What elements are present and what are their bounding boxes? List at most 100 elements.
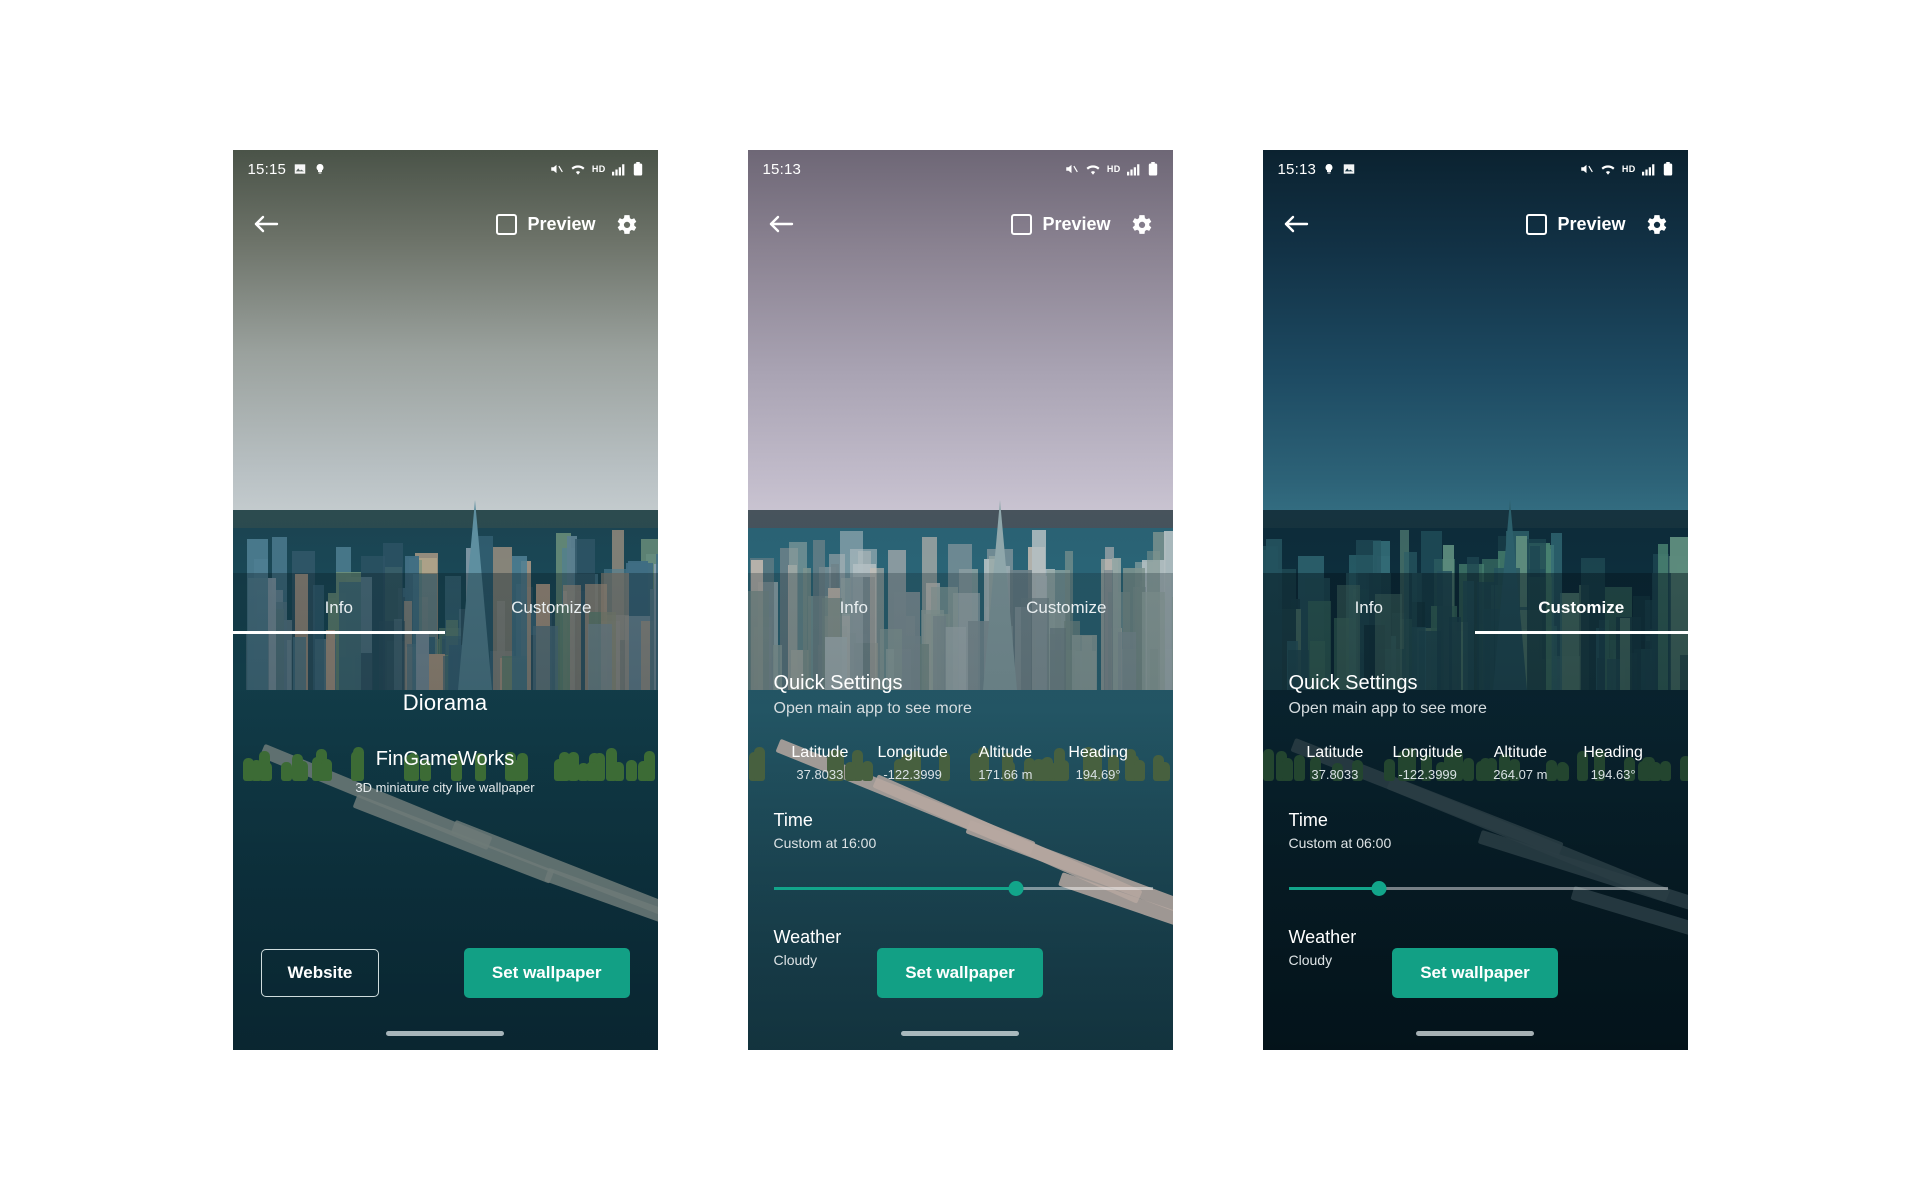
metric-label: Longitude (1392, 744, 1463, 761)
time-slider[interactable] (773, 877, 1153, 899)
tab-info-label: Info (839, 598, 868, 617)
metric-label: Altitude (1493, 744, 1548, 761)
quick-settings-title: Quick Settings (773, 672, 903, 694)
metric-label: Longitude (877, 744, 948, 761)
weather-label: Weather (1288, 927, 1357, 947)
back-button[interactable] (764, 207, 798, 241)
quick-settings-subtitle: Open main app to see more (773, 700, 972, 717)
metrics-row: Latitude 37.8033 Longitude -122.3999 Alt… (1289, 744, 1668, 782)
hd-icon: HD (1621, 164, 1636, 174)
tab-bar: Info Customize (748, 582, 1173, 634)
time-label: Time (773, 810, 813, 830)
preview-toggle[interactable]: Preview (1011, 213, 1111, 235)
tab-customize[interactable]: Customize (445, 582, 658, 634)
lightbulb-icon (1323, 162, 1335, 176)
time-label: Time (1288, 810, 1328, 830)
tab-info[interactable]: Info (1263, 582, 1476, 634)
signal-icon (1126, 163, 1142, 176)
gear-icon[interactable] (1127, 209, 1157, 239)
battery-icon (1663, 162, 1673, 176)
tab-info[interactable]: Info (748, 582, 961, 634)
time-slider[interactable] (1288, 877, 1668, 899)
mute-icon (549, 162, 564, 176)
wallpaper-description: 3D miniature city live wallpaper (355, 780, 535, 795)
tab-customize[interactable]: Customize (1475, 582, 1688, 634)
slider-thumb[interactable] (1371, 881, 1387, 896)
metric-value: -122.3999 (883, 767, 942, 782)
tab-info-label: Info (324, 598, 353, 617)
signal-icon (1641, 163, 1657, 176)
tab-active-indicator (1475, 631, 1688, 634)
action-bar: Set wallpaper (1263, 948, 1688, 998)
navigation-pill[interactable] (386, 1031, 504, 1036)
image-icon (1342, 162, 1356, 176)
status-bar: 15:15 HD (233, 150, 658, 188)
signal-icon (611, 163, 627, 176)
slider-fill (773, 887, 1017, 890)
navigation-pill[interactable] (901, 1031, 1019, 1036)
preview-checkbox[interactable] (1011, 213, 1033, 235)
app-bar: Preview (233, 198, 658, 250)
metric-heading: Heading 194.63° (1567, 744, 1660, 782)
metric-value: 194.69° (1075, 767, 1121, 782)
preview-toggle[interactable]: Preview (1526, 213, 1626, 235)
quick-settings-title: Quick Settings (1288, 672, 1418, 694)
preview-label: Preview (1557, 213, 1626, 234)
website-button[interactable]: Website (260, 949, 380, 997)
gear-icon[interactable] (1642, 209, 1672, 239)
tab-info[interactable]: Info (232, 582, 445, 634)
hd-icon: HD (1106, 164, 1121, 174)
preview-toggle[interactable]: Preview (496, 213, 596, 235)
tab-customize[interactable]: Customize (960, 582, 1173, 634)
metric-label: Latitude (1306, 744, 1364, 761)
time-setting: Time Custom at 06:00 (1289, 810, 1668, 851)
metric-latitude: Latitude 37.8033 (1289, 744, 1382, 782)
metric-label: Heading (1068, 744, 1128, 761)
set-wallpaper-button[interactable]: Set wallpaper (463, 948, 630, 998)
slider-thumb[interactable] (1008, 881, 1024, 896)
mute-icon (1579, 162, 1594, 176)
wallpaper-info: Diorama FinGameWorks 3D miniature city l… (233, 690, 658, 795)
status-time: 15:15 (247, 160, 287, 178)
wallpaper-title: Diorama (402, 690, 488, 715)
wifi-icon (570, 163, 586, 176)
set-wallpaper-button[interactable]: Set wallpaper (1392, 948, 1558, 998)
phone-screenshot-info: 15:15 HD Preview Info Customize Diorama … (232, 150, 658, 1050)
hd-icon: HD (591, 164, 606, 174)
phone-screenshot-customize-day: 15:13 HD Preview Info Customize Quick Se… (747, 150, 1173, 1050)
navigation-pill[interactable] (1416, 1031, 1534, 1036)
tab-customize-label: Customize (511, 598, 592, 617)
metrics-row: Latitude 37.8033 Longitude -122.3999 Alt… (774, 744, 1153, 782)
time-value: Custom at 16:00 (773, 835, 877, 851)
image-icon (293, 162, 307, 176)
phone-screenshot-customize-night: 15:13 HD Preview Info Customize Quick Se… (1262, 150, 1688, 1050)
quick-settings-subtitle: Open main app to see more (1288, 700, 1487, 717)
tab-info-label: Info (1354, 598, 1383, 617)
metric-value: 37.8033 (1311, 767, 1359, 782)
time-setting: Time Custom at 16:00 (774, 810, 1153, 851)
status-bar: 15:13 HD (748, 150, 1173, 188)
quick-settings: Quick Settings Open main app to see more… (773, 672, 1153, 968)
set-wallpaper-button[interactable]: Set wallpaper (877, 948, 1043, 998)
lightbulb-icon (314, 162, 326, 176)
back-button[interactable] (1279, 207, 1313, 241)
metric-value: 37.8033 (796, 767, 844, 782)
preview-checkbox[interactable] (1526, 213, 1548, 235)
battery-icon (633, 162, 643, 176)
app-bar: Preview (1263, 198, 1688, 250)
metric-label: Latitude (791, 744, 849, 761)
preview-label: Preview (1042, 213, 1111, 234)
action-bar: Website Set wallpaper (233, 948, 658, 998)
metric-label: Altitude (978, 744, 1033, 761)
metric-heading: Heading 194.69° (1052, 744, 1145, 782)
back-button[interactable] (249, 207, 283, 241)
tab-customize-label: Customize (1026, 598, 1107, 617)
metric-altitude: Altitude 171.66 m (959, 744, 1052, 782)
tab-active-indicator (232, 631, 445, 634)
preview-checkbox[interactable] (496, 213, 518, 235)
metric-value: -122.3999 (1398, 767, 1457, 782)
status-bar: 15:13 HD (1263, 150, 1688, 188)
tab-bar: Info Customize (1263, 582, 1688, 634)
quick-settings: Quick Settings Open main app to see more… (1288, 672, 1668, 968)
gear-icon[interactable] (612, 209, 642, 239)
